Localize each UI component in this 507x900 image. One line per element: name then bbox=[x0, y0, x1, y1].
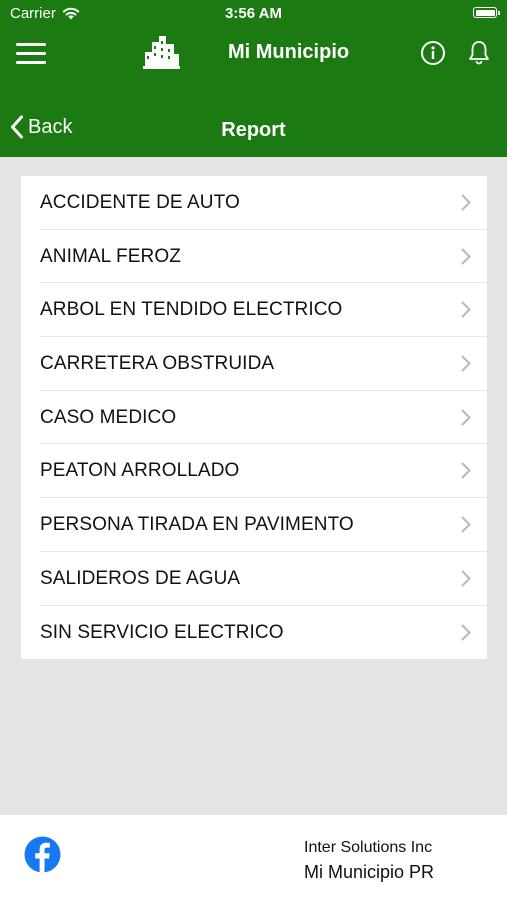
bell-icon[interactable] bbox=[467, 40, 491, 66]
footer: Inter Solutions Inc Mi Municipio PR bbox=[0, 815, 507, 900]
page-title: Report bbox=[221, 119, 286, 141]
chevron-right-icon bbox=[461, 409, 471, 426]
chevron-right-icon bbox=[461, 516, 471, 533]
navigation-bar: Back Report bbox=[0, 80, 507, 157]
status-time: 3:56 AM bbox=[225, 5, 282, 22]
list-item-peaton-arrollado[interactable]: PEATON ARROLLADO bbox=[21, 444, 487, 498]
chevron-right-icon bbox=[461, 301, 471, 318]
list-item-label: ACCIDENTE DE AUTO bbox=[40, 192, 240, 213]
list-item-label: SALIDEROS DE AGUA bbox=[40, 567, 241, 589]
app-title: Mi Municipio bbox=[228, 41, 350, 63]
list-item-label: ANIMAL FEROZ bbox=[40, 245, 181, 267]
list-item-label: PEATON ARROLLADO bbox=[40, 460, 240, 482]
list-item-label: CARRETERA OBSTRUIDA bbox=[40, 353, 275, 375]
list-item-label: ARBOL EN TENDIDO ELECTRICO bbox=[40, 299, 343, 321]
list-item-accidente-de-auto[interactable]: ACCIDENTE DE AUTO bbox=[21, 176, 487, 230]
list-item-persona-tirada-en-pavimento[interactable]: PERSONA TIRADA EN PAVIMENTO bbox=[21, 498, 487, 552]
chevron-right-icon bbox=[461, 248, 471, 265]
list-item-caso-medico[interactable]: CASO MEDICO bbox=[21, 391, 487, 445]
chevron-right-icon bbox=[461, 462, 471, 479]
list-item-carretera-obstruida[interactable]: CARRETERA OBSTRUIDA bbox=[21, 337, 487, 391]
chevron-right-icon bbox=[461, 194, 471, 211]
list-item-arbol-en-tendido-electrico[interactable]: ARBOL EN TENDIDO ELECTRICO bbox=[21, 283, 487, 337]
report-type-list: ACCIDENTE DE AUTO ANIMAL FEROZ ARBOL EN … bbox=[21, 176, 487, 660]
info-circle-icon[interactable] bbox=[420, 40, 446, 66]
hamburger-menu-icon[interactable] bbox=[16, 43, 46, 65]
chevron-right-icon bbox=[461, 624, 471, 640]
list-item-label: SIN SERVICIO ELECTRICO bbox=[40, 621, 284, 643]
chevron-right-icon bbox=[461, 570, 471, 587]
list-item-label: PERSONA TIRADA EN PAVIMENTO bbox=[40, 514, 354, 536]
company-name: Inter Solutions Inc bbox=[304, 839, 433, 856]
facebook-icon[interactable] bbox=[24, 836, 61, 873]
status-bar: Carrier 3:56 AM bbox=[0, 0, 507, 28]
list-item-salideros-de-agua[interactable]: SALIDEROS DE AGUA bbox=[21, 552, 487, 606]
city-buildings-icon bbox=[143, 36, 180, 69]
chevron-right-icon bbox=[461, 355, 471, 372]
battery-icon bbox=[473, 7, 500, 18]
list-item-label: CASO MEDICO bbox=[40, 406, 177, 428]
footer-app-name: Mi Municipio PR bbox=[304, 862, 435, 882]
list-item-animal-feroz[interactable]: ANIMAL FEROZ bbox=[21, 230, 487, 284]
app-header: Mi Municipio bbox=[0, 28, 507, 80]
list-item-sin-servicio-electrico[interactable]: SIN SERVICIO ELECTRICO bbox=[21, 606, 487, 660]
